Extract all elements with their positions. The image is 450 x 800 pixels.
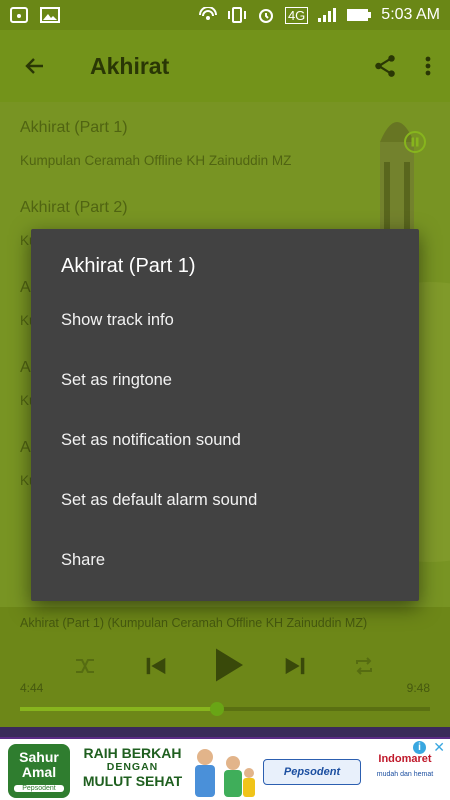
status-time: 5:03 AM	[381, 6, 440, 23]
network-type: 4G	[284, 6, 309, 24]
ad-logo: Sahur Amal Pepsodent	[8, 744, 70, 798]
menu-item-share[interactable]: Share	[61, 551, 105, 570]
ad-brand-indomaret: Indomaret mudah dan hemat	[376, 753, 434, 778]
menu-item-show-track-info[interactable]: Show track info	[61, 311, 174, 330]
hotspot-icon	[10, 7, 28, 23]
ad-brand-pepsodent: Pepsodent	[263, 759, 361, 785]
wifi-hotspot-icon	[198, 7, 217, 20]
vibrate-icon	[227, 7, 246, 23]
menu-item-set-ringtone[interactable]: Set as ringtone	[61, 371, 172, 390]
signal-icon	[318, 8, 337, 22]
ad-people-illustration	[195, 749, 255, 797]
dialog-title: Akhirat (Part 1)	[61, 255, 196, 277]
ad-close-icon[interactable]: ✕	[433, 739, 445, 756]
ad-info-icon[interactable]: i	[413, 741, 426, 754]
track-options-dialog: Akhirat (Part 1) Show track info Set as …	[31, 229, 419, 601]
bottom-strip	[0, 727, 450, 737]
image-icon	[40, 7, 60, 23]
battery-icon	[347, 9, 372, 21]
ad-banner[interactable]: Sahur Amal Pepsodent RAIH BERKAH DENGAN …	[0, 737, 450, 800]
alarm-icon	[258, 9, 273, 23]
menu-item-set-alarm-sound[interactable]: Set as default alarm sound	[61, 491, 257, 510]
status-bar: 4G 5:03 AM	[0, 0, 450, 30]
ad-headline: RAIH BERKAH DENGAN MULUT SEHAT	[82, 745, 183, 789]
menu-item-set-notification-sound[interactable]: Set as notification sound	[61, 431, 241, 450]
